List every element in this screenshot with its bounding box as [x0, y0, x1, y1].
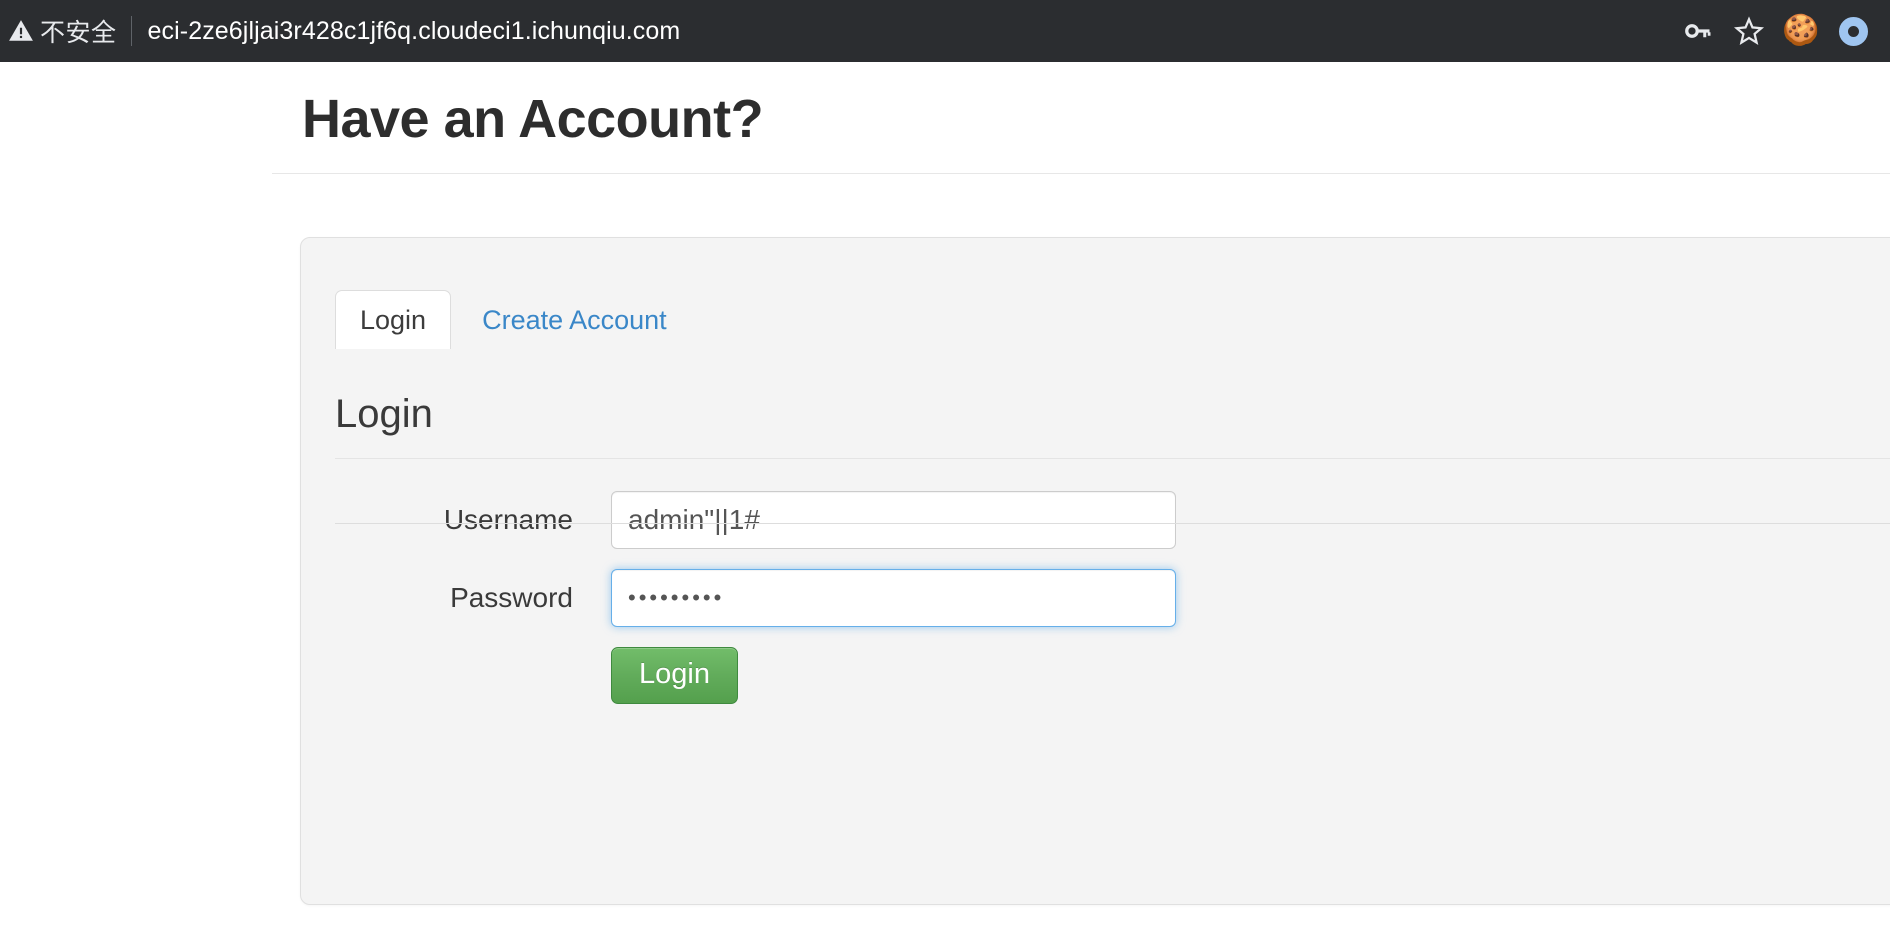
form-actions: Login [301, 647, 1890, 704]
page-container: Have an Account? [272, 62, 1890, 175]
password-label: Password [450, 582, 573, 613]
cookie-extension-icon[interactable]: 🍪 [1778, 8, 1824, 54]
omnibox-divider [130, 16, 132, 46]
tab-create-account[interactable]: Create Account [457, 290, 692, 349]
password-input[interactable] [611, 569, 1176, 627]
profile-avatar-icon[interactable] [1830, 8, 1876, 54]
login-card: Login Create Account Login Username Pass… [300, 237, 1890, 905]
security-warning-label: 不安全 [40, 18, 117, 47]
tab-login-label: Login [360, 305, 427, 335]
url-text[interactable]: eci-2ze6jljai3r428c1jf6q.cloudeci1.ichun… [148, 17, 681, 46]
auth-tabs: Login Create Account [335, 290, 1890, 349]
password-row: Password [301, 569, 1890, 627]
username-label: Username [443, 504, 573, 535]
omnibox-security-area[interactable]: 不安全 [0, 13, 131, 49]
tab-create-account-label: Create Account [482, 305, 667, 335]
username-input[interactable] [611, 491, 1176, 549]
panel-heading-divider [335, 458, 1890, 459]
tabs-underline [335, 523, 1890, 524]
page-title: Have an Account? [302, 89, 764, 149]
browser-toolbar: 不安全 eci-2ze6jljai3r428c1jf6q.cloudeci1.i… [0, 0, 1890, 62]
warning-triangle-icon [6, 16, 36, 46]
browser-action-icons: 🍪 [1674, 8, 1890, 54]
actions-spacer [301, 647, 611, 704]
login-submit-button[interactable]: Login [611, 647, 738, 704]
bookmark-star-icon[interactable] [1726, 8, 1772, 54]
tab-login[interactable]: Login [335, 290, 452, 349]
password-key-icon[interactable] [1674, 8, 1720, 54]
username-row: Username [301, 491, 1890, 549]
panel-heading: Login [335, 392, 433, 436]
page-body: Have an Account? Login Create Account Lo… [0, 62, 1890, 952]
title-divider [272, 173, 1890, 175]
